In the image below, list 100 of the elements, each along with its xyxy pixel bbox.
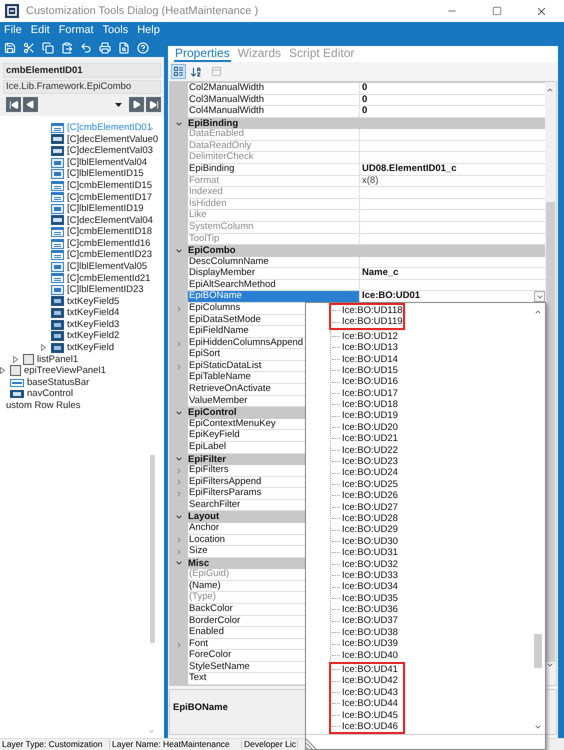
expand-chevron-icon[interactable] bbox=[175, 304, 183, 313]
menu-item[interactable]: File bbox=[4, 24, 22, 36]
list-item[interactable]: Ice:BO:UD44 bbox=[342, 699, 398, 709]
list-item[interactable]: Ice:BO:UD23 bbox=[342, 457, 398, 467]
tree-item[interactable]: txtKeyField bbox=[67, 343, 114, 353]
tree-item[interactable]: [C]cmbElementID17 bbox=[67, 192, 152, 202]
first-button[interactable] bbox=[6, 97, 21, 112]
tab[interactable]: Properties bbox=[174, 46, 231, 62]
property-name[interactable]: Col3ManualWidth bbox=[188, 94, 360, 106]
resize-grip-icon[interactable] bbox=[306, 737, 318, 749]
tree-item[interactable]: [C]lblElementID15 bbox=[67, 169, 144, 179]
tree-item[interactable]: [C]lblElementVal05 bbox=[67, 262, 148, 272]
tree-item[interactable]: navControl bbox=[27, 389, 73, 399]
categorized-button[interactable] bbox=[171, 64, 186, 79]
property-value[interactable]: 0 bbox=[360, 83, 545, 94]
list-item[interactable]: Ice:BO:UD19 bbox=[342, 411, 398, 421]
list-item[interactable]: Ice:BO:UD46 bbox=[342, 722, 398, 732]
tree-item[interactable]: [C]decElementVal03 bbox=[67, 146, 153, 156]
tree-item[interactable]: [C]lblElementID23 bbox=[67, 285, 144, 295]
copy-icon[interactable] bbox=[42, 42, 54, 54]
tree-item[interactable]: [C]cmbElementID23 bbox=[67, 250, 152, 260]
expand-chevron-icon[interactable] bbox=[175, 362, 183, 371]
last-button[interactable] bbox=[146, 97, 161, 112]
tree-item[interactable]: baseStatusBar bbox=[27, 378, 90, 388]
tree-item[interactable]: [C]decElementValue0 bbox=[67, 134, 158, 144]
scroll-up-icon[interactable] bbox=[534, 308, 542, 316]
expand-chevron-icon[interactable] bbox=[175, 548, 183, 556]
tree-item[interactable]: [C]cmbElementID01 bbox=[67, 123, 152, 133]
collapse-chevron-icon[interactable] bbox=[175, 120, 183, 128]
vertical-scrollbar[interactable] bbox=[545, 82, 556, 685]
expand-chevron-icon[interactable] bbox=[175, 536, 183, 544]
status-text: Layer Name: HeatMaintenance bbox=[110, 740, 242, 749]
expand-arrow-icon[interactable] bbox=[13, 356, 18, 363]
property-name[interactable]: Col2ManualWidth bbox=[188, 83, 360, 94]
property-name[interactable]: EpiAltSearchMethod bbox=[188, 280, 360, 290]
collapse-chevron-icon[interactable] bbox=[175, 455, 183, 464]
collapse-chevron-icon[interactable] bbox=[175, 408, 183, 417]
tree-item[interactable]: [C]cmbElementId21 bbox=[67, 274, 150, 284]
expand-arrow-icon[interactable] bbox=[0, 367, 5, 374]
collapse-chevron-icon[interactable] bbox=[175, 513, 183, 522]
tree-item[interactable]: [C]cmbElementId16 bbox=[67, 238, 150, 248]
status-text: Layer Type: Customization bbox=[0, 740, 110, 749]
list-item[interactable]: Ice:BO:UD45 bbox=[342, 710, 398, 720]
print-icon[interactable] bbox=[99, 42, 111, 54]
tree-item[interactable]: txtKeyField3 bbox=[67, 320, 120, 330]
cut-icon[interactable] bbox=[23, 42, 35, 54]
tree-item[interactable]: epiTreeViewPanel1 bbox=[24, 366, 106, 376]
paste-icon[interactable] bbox=[61, 42, 73, 54]
dropdown-button[interactable] bbox=[534, 291, 545, 302]
control-name-field[interactable]: cmbElementID01 bbox=[3, 63, 161, 78]
expand-chevron-icon[interactable] bbox=[175, 478, 183, 486]
save-icon[interactable] bbox=[4, 42, 16, 54]
tree-item[interactable]: ustom Row Rules bbox=[6, 400, 80, 410]
tree-item[interactable]: [C]cmbElementID18 bbox=[67, 227, 152, 237]
list-item[interactable]: Ice:BO:UD43 bbox=[342, 688, 398, 698]
category-heading: EpiCombo bbox=[188, 246, 236, 256]
scroll-down-icon[interactable] bbox=[546, 661, 554, 669]
property-value[interactable]: Ice:BO:UD01 bbox=[360, 291, 534, 302]
collapse-chevron-icon[interactable] bbox=[175, 559, 183, 568]
scrollbar-thumb[interactable] bbox=[150, 455, 155, 643]
property-name[interactable]: DescColumnName bbox=[188, 256, 360, 268]
tree-item[interactable]: listPanel1 bbox=[37, 354, 78, 364]
scrollbar-thumb[interactable] bbox=[534, 634, 542, 668]
property-value[interactable]: 0 bbox=[360, 106, 545, 117]
scrollbar-thumb[interactable] bbox=[546, 202, 555, 662]
property-value[interactable]: UD08.ElementID01_c bbox=[360, 164, 545, 175]
property-value[interactable]: 0 bbox=[360, 94, 545, 106]
tree-item[interactable]: txtKeyField4 bbox=[67, 308, 120, 318]
list-item[interactable]: Ice:BO:UD28 bbox=[342, 514, 398, 524]
tree-item[interactable]: [C]cmbElementID15 bbox=[67, 180, 152, 190]
undo-icon[interactable] bbox=[80, 42, 92, 54]
tree-item[interactable]: [C]lblElementID19 bbox=[67, 204, 144, 214]
property-value[interactable]: Name_c bbox=[360, 268, 545, 279]
collapse-chevron-icon[interactable] bbox=[175, 246, 183, 255]
expand-chevron-icon[interactable] bbox=[175, 640, 183, 649]
tree-item[interactable]: [C]decElementVal04 bbox=[67, 216, 153, 226]
menu-item[interactable]: Help bbox=[137, 24, 160, 36]
tree-item[interactable]: txtKeyField5 bbox=[67, 296, 120, 306]
property-name[interactable]: Col4ManualWidth bbox=[188, 106, 360, 117]
expand-chevron-icon[interactable] bbox=[175, 466, 183, 475]
property-name[interactable]: EpiBOName bbox=[188, 291, 360, 302]
property-name[interactable]: DisplayMember bbox=[188, 268, 360, 279]
preview-icon[interactable] bbox=[118, 42, 130, 54]
scroll-up-icon[interactable] bbox=[546, 86, 554, 94]
previous-button[interactable] bbox=[23, 97, 38, 112]
property-name[interactable]: EpiBinding bbox=[188, 164, 360, 175]
dropdown-arrow-icon[interactable] bbox=[115, 102, 122, 106]
next-button[interactable] bbox=[129, 97, 144, 112]
help-icon[interactable] bbox=[137, 42, 149, 54]
menu-item[interactable]: Format bbox=[58, 24, 94, 36]
tree-item[interactable]: [C]lblElementVal04 bbox=[67, 158, 148, 168]
scroll-down-icon[interactable] bbox=[534, 723, 542, 731]
expand-chevron-icon[interactable] bbox=[175, 340, 183, 348]
menu-item[interactable]: Edit bbox=[30, 24, 50, 36]
expand-arrow-icon[interactable] bbox=[41, 344, 46, 352]
list-item[interactable]: Ice:BO:UD32 bbox=[342, 560, 398, 570]
expand-chevron-icon[interactable] bbox=[175, 490, 183, 498]
tree-item[interactable]: txtKeyField2 bbox=[67, 331, 120, 341]
category-heading: EpiFilter bbox=[188, 454, 226, 464]
menu-item[interactable]: Tools bbox=[102, 24, 128, 36]
